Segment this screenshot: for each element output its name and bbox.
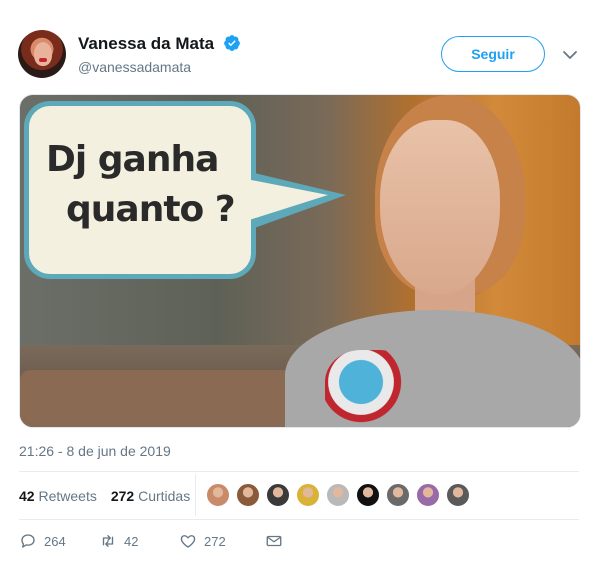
liker-avatar[interactable] — [236, 483, 260, 507]
liker-avatar[interactable] — [326, 483, 350, 507]
follow-button[interactable]: Seguir — [441, 36, 545, 72]
avatar[interactable] — [18, 30, 66, 78]
tweet-actions: 264 42 272 — [19, 532, 283, 550]
liker-avatar[interactable] — [356, 483, 380, 507]
liker-avatar[interactable] — [386, 483, 410, 507]
media-shirt-print — [325, 350, 415, 427]
media-face — [380, 120, 500, 295]
likes-count: 272 — [110, 488, 135, 504]
retweet-button[interactable]: 42 — [99, 532, 179, 550]
direct-message-button[interactable] — [265, 532, 283, 550]
tweet-timestamp[interactable]: 21:26 - 8 de jun de 2019 — [19, 443, 171, 459]
liker-avatar[interactable] — [206, 483, 230, 507]
retweets-count: 42 — [19, 488, 35, 504]
bubble-line-2: quanto ? — [66, 189, 236, 230]
speech-bubble-text: Dj ganha quanto ? — [46, 135, 236, 235]
bubble-line-1: Dj ganha — [46, 139, 219, 180]
like-count: 272 — [204, 533, 226, 549]
like-button[interactable]: 272 — [179, 532, 265, 550]
avatar-lips — [39, 58, 47, 62]
liker-avatars — [206, 483, 470, 507]
liker-avatar[interactable] — [446, 483, 470, 507]
divider — [19, 471, 579, 472]
author-name[interactable]: Vanessa da Mata — [78, 34, 214, 54]
liker-avatar[interactable] — [416, 483, 440, 507]
envelope-icon — [266, 535, 282, 547]
retweets-stat[interactable]: 42 Retweets — [19, 488, 97, 504]
heart-icon — [180, 535, 196, 548]
tweet-card: Vanessa da Mata @vanessadamata Seguir Dj… — [0, 0, 605, 571]
chevron-down-icon[interactable] — [562, 47, 578, 63]
likes-stat[interactable]: 272 Curtidas — [111, 488, 190, 504]
verified-badge-icon — [224, 35, 240, 51]
reply-button[interactable]: 264 — [19, 532, 99, 550]
reply-count: 264 — [44, 533, 66, 549]
divider — [19, 519, 579, 520]
retweets-label: Retweets — [38, 488, 97, 504]
retweet-icon — [102, 535, 114, 547]
stats-separator — [195, 474, 196, 516]
retweet-count: 42 — [124, 533, 139, 549]
liker-avatar[interactable] — [296, 483, 320, 507]
author-handle[interactable]: @vanessadamata — [78, 59, 191, 75]
tweet-media-image[interactable]: Dj ganha quanto ? — [19, 94, 581, 428]
avatar-face — [34, 42, 52, 66]
liker-avatar[interactable] — [266, 483, 290, 507]
reply-icon — [21, 534, 35, 548]
likes-label: Curtidas — [138, 488, 191, 504]
speech-bubble-tail-inner — [246, 179, 328, 221]
engagement-stats: 42 Retweets 272 Curtidas — [19, 488, 190, 504]
